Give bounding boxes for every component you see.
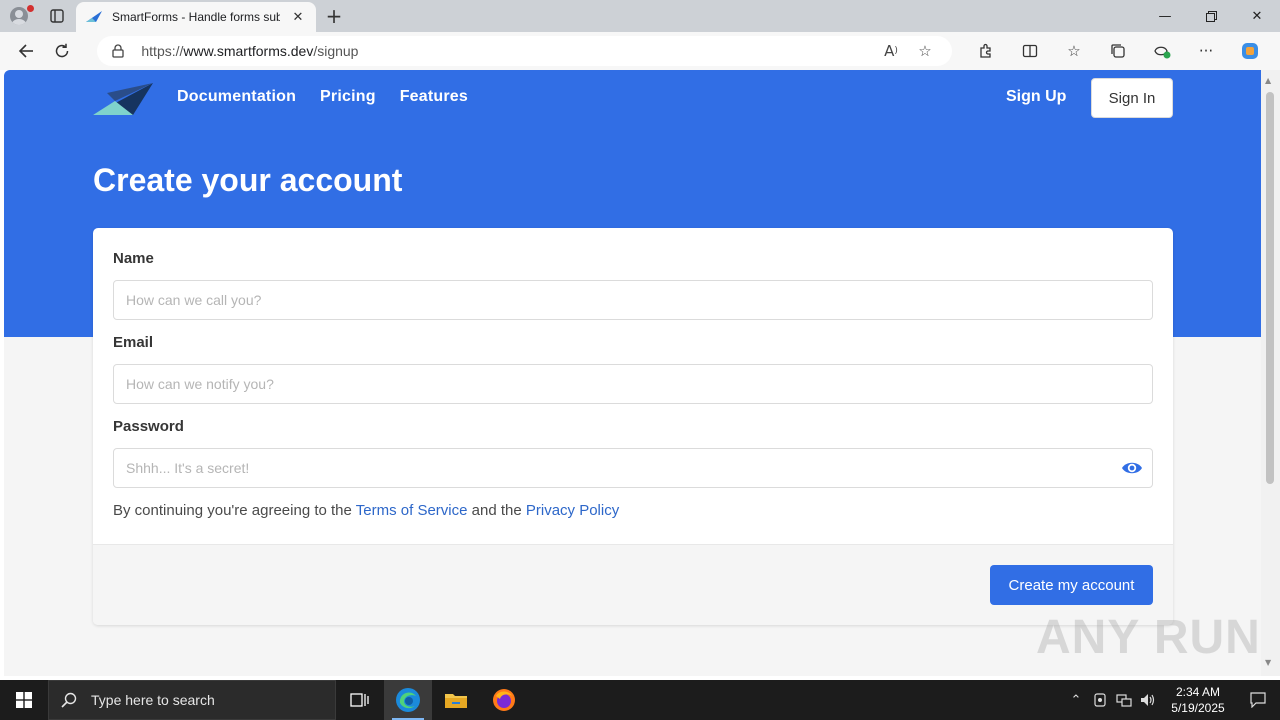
address-bar[interactable]: https://www.smartforms.dev/signup A) ☆	[97, 36, 953, 66]
tab-strip: SmartForms - Handle forms submissions ✕ …	[0, 0, 1280, 32]
taskbar-edge[interactable]	[384, 680, 432, 720]
name-input[interactable]	[113, 280, 1153, 320]
defender-icon[interactable]	[1088, 693, 1112, 707]
main-nav: Documentation Pricing Features	[177, 88, 468, 106]
page-viewport: Documentation Pricing Features Sign Up S…	[4, 70, 1261, 676]
task-view-button[interactable]	[336, 680, 384, 720]
copilot-icon[interactable]	[1228, 41, 1272, 61]
terms-of-service-link[interactable]: Terms of Service	[356, 502, 468, 519]
taskbar-search[interactable]: Type here to search	[48, 680, 336, 720]
tab-active[interactable]: SmartForms - Handle forms submissions ✕	[76, 2, 316, 32]
favorites-icon[interactable]: ☆	[1052, 42, 1096, 60]
firefox-icon	[493, 689, 515, 711]
minimize-button[interactable]: —	[1142, 0, 1188, 32]
profile-icon	[10, 7, 28, 25]
scroll-thumb[interactable]	[1266, 92, 1274, 484]
browser-toolbar: https://www.smartforms.dev/signup A) ☆ ☆…	[0, 32, 1280, 70]
email-label: Email	[113, 334, 154, 351]
favicon-icon	[86, 11, 102, 22]
notification-dot	[27, 5, 34, 12]
extensions-icon[interactable]	[964, 43, 1008, 59]
new-tab-button[interactable]: +	[316, 0, 352, 32]
nav-documentation[interactable]: Documentation	[177, 88, 296, 106]
terms-text: By continuing you're agreeing to the Ter…	[113, 502, 620, 519]
browser-essentials-icon[interactable]	[1140, 43, 1184, 59]
restore-icon	[1205, 10, 1217, 22]
read-aloud-icon[interactable]: A)	[874, 42, 908, 60]
show-hidden-icons-chevron-icon[interactable]: ⌃	[1064, 693, 1088, 708]
refresh-icon	[55, 43, 68, 58]
anyrun-watermark: ANY RUN	[1036, 611, 1261, 664]
name-label: Name	[113, 250, 154, 267]
plus-icon: +	[325, 4, 343, 28]
create-account-button[interactable]: Create my account	[990, 565, 1153, 605]
lock-icon[interactable]	[111, 44, 125, 58]
scroll-down-icon[interactable]: ▼	[1265, 658, 1271, 667]
tab-actions-icon	[50, 9, 64, 23]
smartforms-logo[interactable]	[93, 83, 153, 117]
system-tray: ⌃ 2:34 AM 5/19/2025	[1064, 680, 1280, 720]
folder-icon	[445, 694, 467, 708]
nav-sign-up[interactable]: Sign Up	[1006, 88, 1066, 106]
windows-logo-icon	[16, 692, 32, 708]
taskbar-firefox[interactable]	[480, 680, 528, 720]
sign-in-button[interactable]: Sign In	[1091, 78, 1173, 118]
refresh-button[interactable]	[44, 36, 80, 66]
toolbar-icons: ☆ ···	[964, 41, 1272, 61]
volume-icon[interactable]	[1136, 693, 1160, 707]
password-input[interactable]	[113, 448, 1153, 488]
signup-form-card: Name Email Password By continuing you're…	[93, 228, 1173, 625]
more-menu-icon[interactable]: ···	[1184, 42, 1228, 60]
show-password-eye-icon[interactable]	[1121, 458, 1143, 478]
privacy-policy-link[interactable]: Privacy Policy	[526, 502, 619, 519]
password-label: Password	[113, 418, 184, 435]
split-screen-icon[interactable]	[1008, 43, 1052, 59]
start-button[interactable]	[0, 680, 48, 720]
page-title: Create your account	[93, 162, 403, 198]
nav-pricing[interactable]: Pricing	[320, 88, 376, 106]
tab-actions-button[interactable]	[38, 0, 76, 32]
card-footer: Create my account	[93, 544, 1173, 625]
url-text[interactable]: https://www.smartforms.dev/signup	[141, 43, 874, 59]
windows-taskbar: Type here to search ⌃ 2:34 AM 5/19/2025	[0, 680, 1280, 720]
close-tab-icon[interactable]: ✕	[290, 10, 306, 25]
scroll-up-icon[interactable]: ▲	[1265, 76, 1271, 85]
clock-date: 5/19/2025	[1171, 701, 1225, 715]
notifications-button[interactable]	[1236, 692, 1280, 708]
tab-title: SmartForms - Handle forms submissions	[112, 10, 280, 24]
notification-icon	[1250, 692, 1266, 708]
window-controls: — ✕	[1142, 0, 1280, 32]
task-view-icon	[350, 693, 369, 707]
close-window-button[interactable]: ✕	[1234, 0, 1280, 32]
minimize-icon: —	[1158, 8, 1172, 24]
taskbar-file-explorer[interactable]	[432, 680, 480, 720]
close-icon: ✕	[1251, 8, 1263, 24]
nav-features[interactable]: Features	[400, 88, 468, 106]
screen: SmartForms - Handle forms submissions ✕ …	[0, 0, 1280, 720]
search-icon	[61, 692, 77, 708]
favorite-star-icon[interactable]: ☆	[908, 42, 942, 60]
back-button[interactable]	[8, 36, 44, 66]
email-input[interactable]	[113, 364, 1153, 404]
search-placeholder: Type here to search	[91, 692, 215, 708]
collections-icon[interactable]	[1096, 43, 1140, 59]
network-icon[interactable]	[1112, 693, 1136, 707]
back-arrow-icon	[18, 44, 33, 58]
restore-button[interactable]	[1188, 0, 1234, 32]
page-scrollbar[interactable]: ▲ ▼	[1261, 70, 1280, 676]
taskbar-clock[interactable]: 2:34 AM 5/19/2025	[1160, 684, 1236, 716]
clock-time: 2:34 AM	[1175, 685, 1221, 699]
edge-icon	[396, 688, 420, 712]
